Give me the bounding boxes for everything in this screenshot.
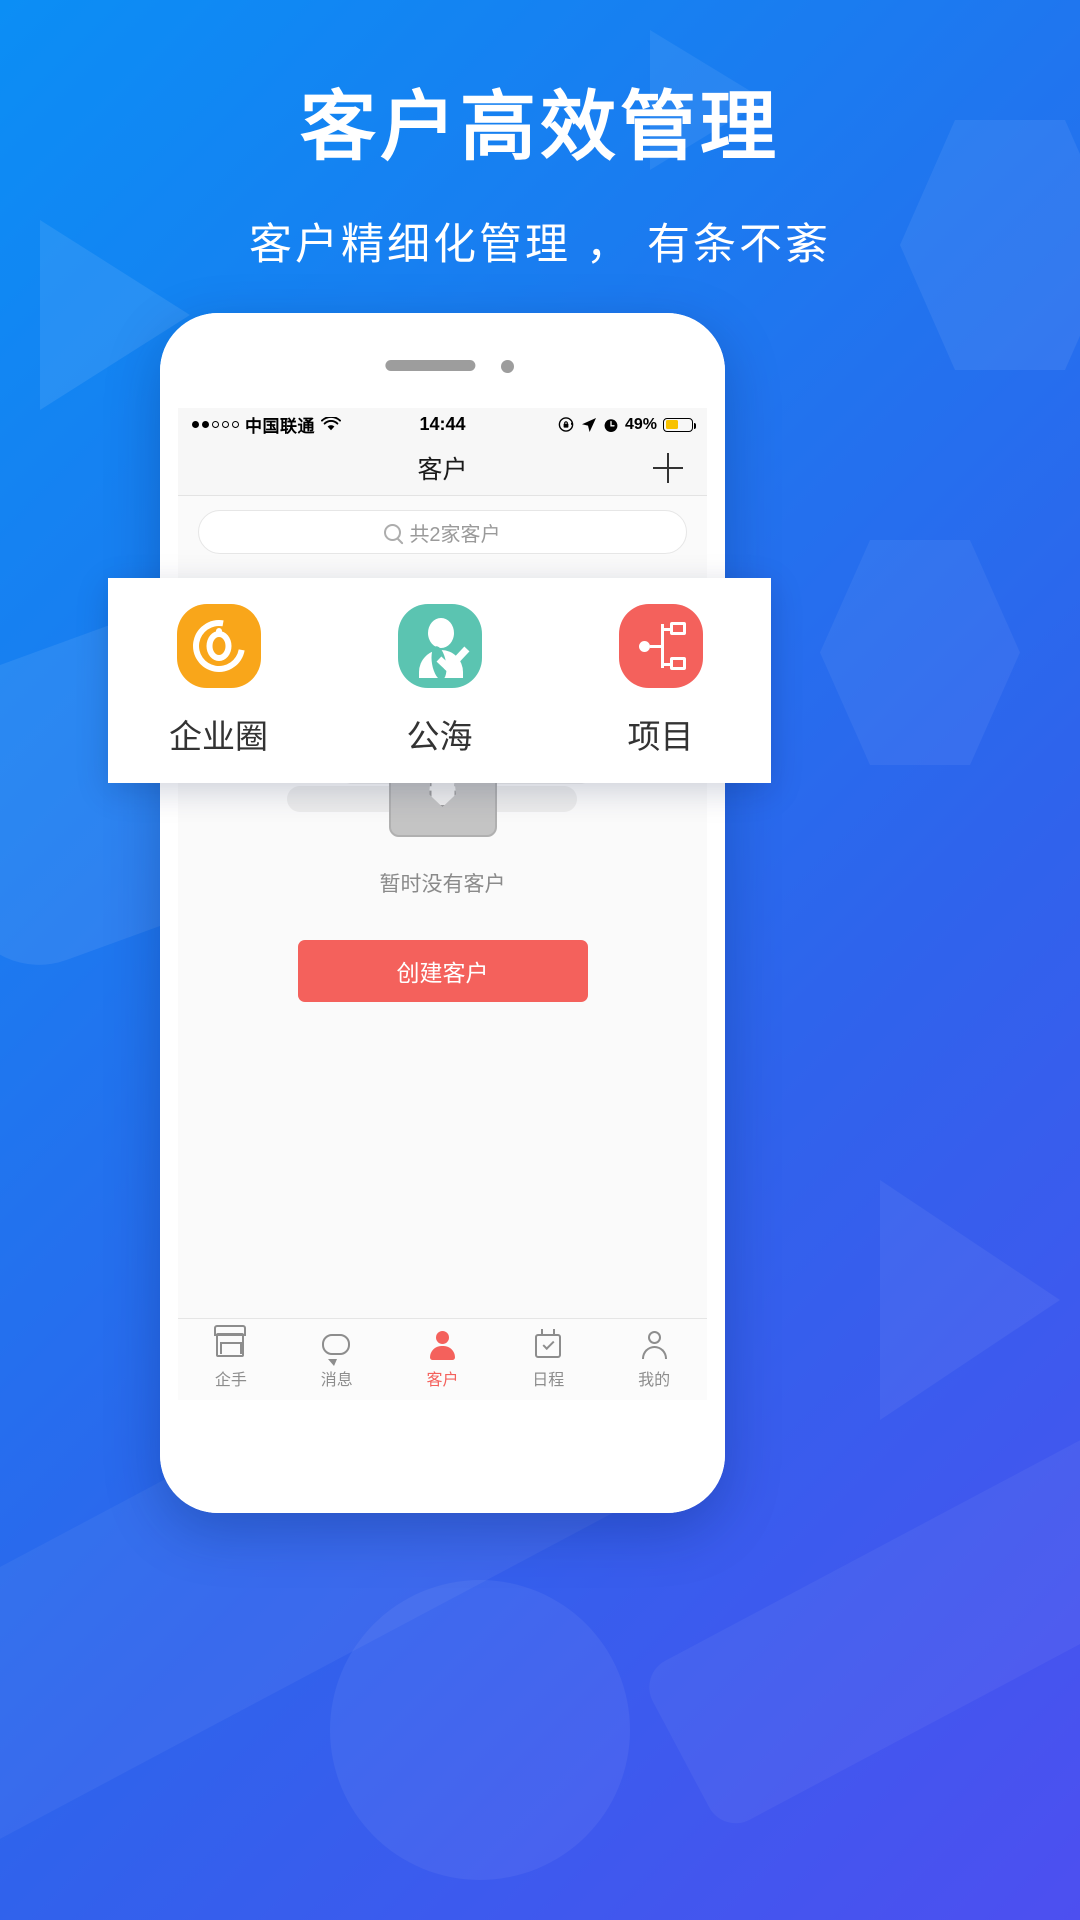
create-customer-button[interactable]: 创建客户 <box>297 940 588 1002</box>
tab-customers[interactable]: 客户 <box>390 1319 496 1400</box>
promo-subtitle: 客户精细化管理 ， 有条不紊 <box>249 220 831 269</box>
tab-label: 我的 <box>638 1371 671 1389</box>
status-bar-clock: 14:44 <box>419 414 466 434</box>
search-icon <box>384 523 402 541</box>
spiral-circle-icon <box>176 603 261 688</box>
tab-label: 企手 <box>214 1371 247 1389</box>
tab-mine[interactable]: 我的 <box>601 1319 707 1400</box>
add-customer-button[interactable] <box>653 453 683 483</box>
phone-top-bezel <box>160 313 725 408</box>
alarm-clock-icon <box>604 418 618 432</box>
chat-bubble-icon <box>321 1330 352 1360</box>
person-filled-icon <box>427 1330 457 1360</box>
project-tree-icon <box>618 603 703 688</box>
search-input[interactable]: 共2家客户 <box>198 510 687 554</box>
action-label: 企业圈 <box>169 717 268 755</box>
tab-messages[interactable]: 消息 <box>284 1319 390 1400</box>
status-bar: 中国联通 14:44 49% <box>178 408 707 441</box>
search-placeholder: 共2家客户 <box>409 523 501 546</box>
search-zone: 共2家客户 <box>178 496 707 570</box>
tab-label: 客户 <box>426 1371 459 1389</box>
page-title: 客户 <box>417 456 468 484</box>
decor-circle-1 <box>330 1580 630 1880</box>
front-camera <box>500 360 514 373</box>
status-bar-left: 中国联通 <box>192 412 419 437</box>
decor-outline-hexagon <box>820 540 1020 765</box>
speaker-grille <box>384 360 475 371</box>
tab-qishou[interactable]: 企手 <box>178 1319 284 1400</box>
promo-title: 客户高效管理 <box>300 85 780 170</box>
battery-icon <box>663 417 697 432</box>
headline-block: 客户高效管理 客户精细化管理 ， 有条不紊 <box>0 86 1080 272</box>
carrier-label: 中国联通 <box>245 417 315 436</box>
action-label: 项目 <box>627 717 694 755</box>
empty-state-message: 暂时没有客户 <box>379 873 506 896</box>
shop-icon <box>215 1330 246 1360</box>
calendar-check-icon <box>533 1328 563 1360</box>
status-bar-right: 49% <box>466 415 697 434</box>
location-arrow-icon <box>581 417 596 432</box>
tab-bar: 企手 消息 客户 日程 我的 <box>178 1318 707 1400</box>
promo-banner: 客户高效管理 客户精细化管理 ， 有条不紊 中国联通 14:44 49% 客户 … <box>0 0 1080 1920</box>
decor-triangle-3 <box>880 1180 1060 1420</box>
phone-bottom-bezel <box>160 1400 725 1513</box>
person-outline-icon <box>639 1330 669 1360</box>
wifi-icon <box>321 417 341 431</box>
signal-strength-icon <box>192 421 239 428</box>
battery-percent-label: 49% <box>624 415 658 433</box>
tab-label: 消息 <box>320 1371 353 1389</box>
action-project[interactable]: 项目 <box>550 603 771 758</box>
action-label: 公海 <box>406 717 473 755</box>
action-public-pool[interactable]: 公海 <box>329 603 550 758</box>
action-enterprise-circle[interactable]: 企业圈 <box>108 603 329 758</box>
tab-label: 日程 <box>532 1371 565 1389</box>
person-check-icon <box>397 603 482 688</box>
phone-screen: 中国联通 14:44 49% 客户 共2家客户 暂时没有客户 创建客户 企手 消… <box>178 408 707 1400</box>
tab-schedule[interactable]: 日程 <box>495 1319 601 1400</box>
rotation-lock-icon <box>558 417 574 432</box>
quick-action-panel: 企业圈 公海 项目 <box>108 578 771 783</box>
phone-mockup: 中国联通 14:44 49% 客户 共2家客户 暂时没有客户 创建客户 企手 消… <box>160 313 725 1513</box>
nav-bar: 客户 <box>178 441 707 496</box>
